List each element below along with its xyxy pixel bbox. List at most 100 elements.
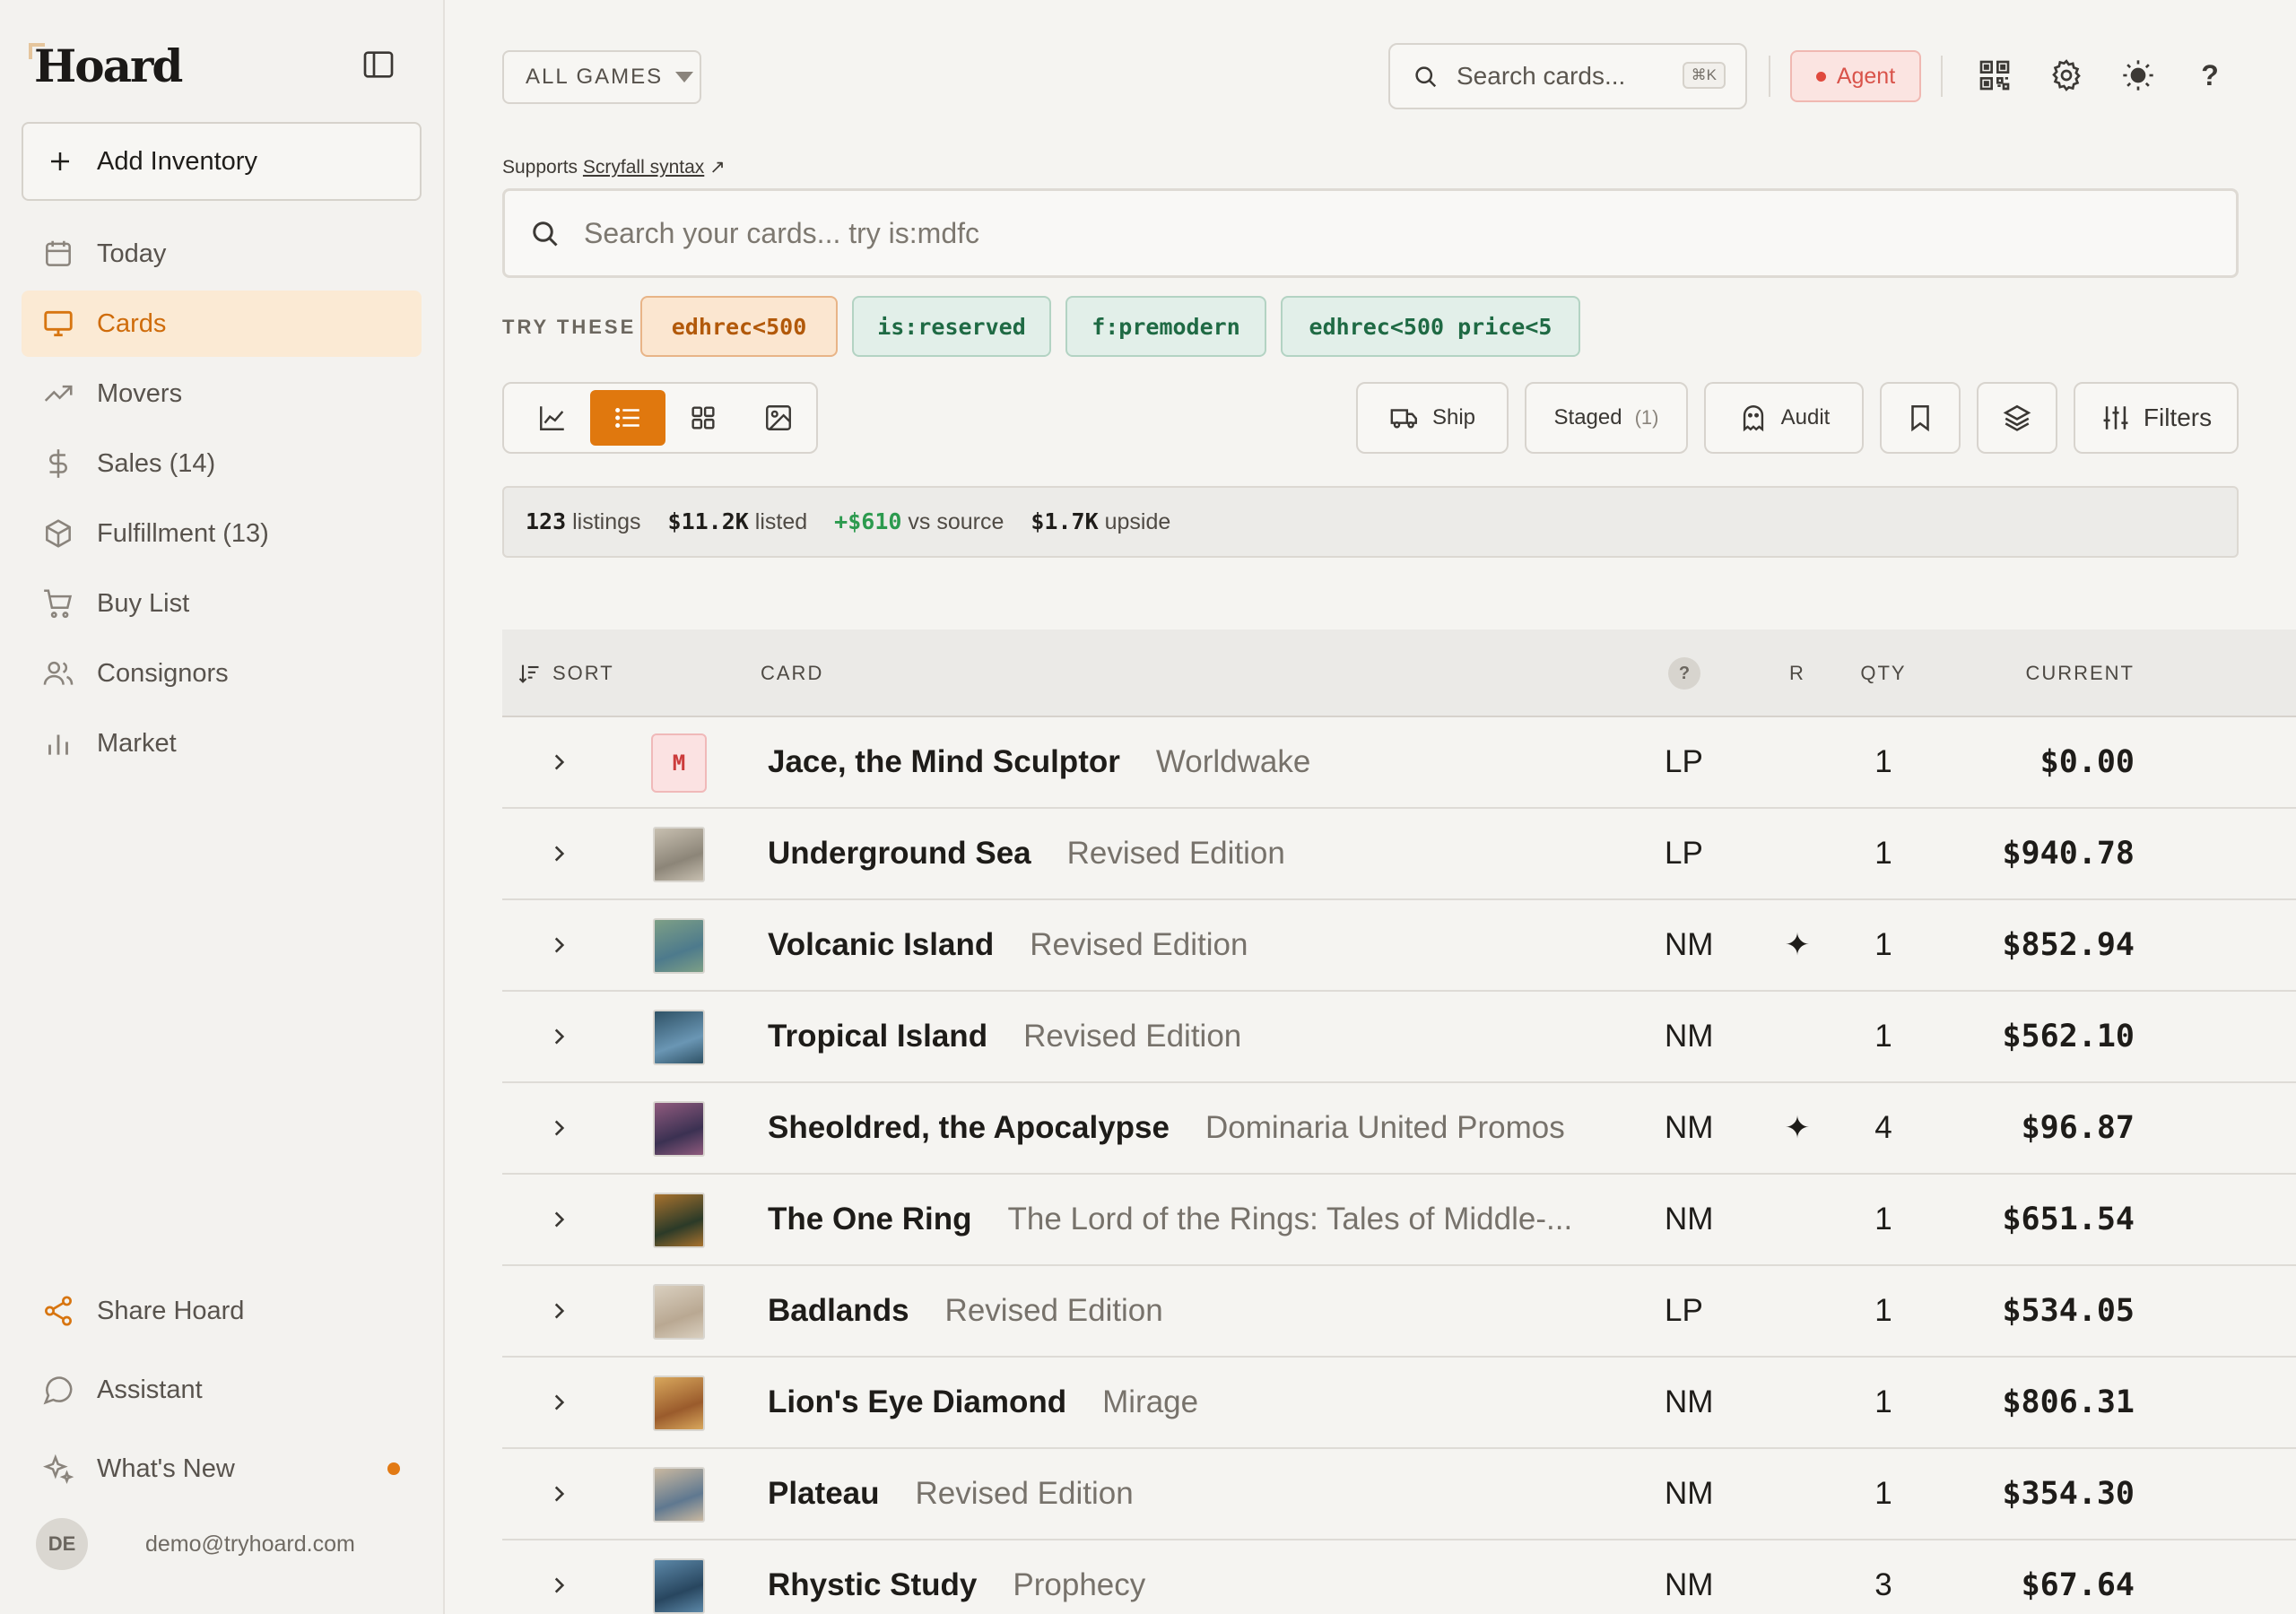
- help-icon[interactable]: ?: [2192, 57, 2228, 93]
- sidebar-item-market[interactable]: Market: [22, 710, 422, 777]
- card-search-input[interactable]: Search your cards... try is:mdfc: [502, 188, 2239, 278]
- card-thumbnail[interactable]: [653, 1558, 705, 1614]
- table-row[interactable]: Rhystic Study Prophecy NM 3 $67.64: [502, 1540, 2296, 1614]
- expand-row-chevron-icon[interactable]: [547, 717, 570, 807]
- card-cell[interactable]: Badlands Revised Edition: [768, 1266, 1163, 1356]
- card-name[interactable]: Volcanic Island: [768, 927, 994, 963]
- global-search-input[interactable]: Search cards... ⌘K: [1388, 43, 1747, 109]
- card-cell[interactable]: Sheoldred, the Apocalypse Dominaria Unit…: [768, 1083, 1565, 1173]
- query-chip[interactable]: is:reserved: [852, 296, 1051, 357]
- expand-row-chevron-icon[interactable]: [547, 1449, 570, 1539]
- card-quantity: 1: [1874, 1476, 1892, 1511]
- agent-button[interactable]: Agent: [1790, 50, 1921, 102]
- expand-row-chevron-icon[interactable]: [547, 900, 570, 990]
- query-chip[interactable]: edhrec<500 price<5: [1281, 296, 1580, 357]
- ghost-icon: [1743, 405, 1763, 432]
- sidebar-item-assistant[interactable]: Assistant: [22, 1352, 422, 1427]
- chart-view-button[interactable]: [515, 390, 590, 446]
- card-name[interactable]: Rhystic Study: [768, 1567, 977, 1603]
- table-row[interactable]: Badlands Revised Edition LP 1 $534.05: [502, 1266, 2296, 1358]
- card-cell[interactable]: Underground Sea Revised Edition: [768, 809, 1285, 898]
- table-row[interactable]: Plateau Revised Edition NM 1 $354.30: [502, 1449, 2296, 1540]
- card-name[interactable]: Jace, the Mind Sculptor: [768, 744, 1120, 780]
- table-row[interactable]: Lion's Eye Diamond Mirage NM 1 $806.31: [502, 1358, 2296, 1449]
- image-view-button[interactable]: [741, 390, 816, 446]
- grid-view-button[interactable]: [665, 390, 741, 446]
- sidebar-item-share-hoard[interactable]: Share Hoard: [22, 1273, 422, 1349]
- ship-button[interactable]: Ship: [1356, 382, 1509, 454]
- card-name[interactable]: Sheoldred, the Apocalypse: [768, 1110, 1170, 1146]
- sidebar-item-cards[interactable]: Cards: [22, 291, 422, 357]
- sidebar-toggle-icon[interactable]: [361, 47, 396, 82]
- staged-button[interactable]: Staged (1): [1525, 382, 1688, 454]
- card-thumbnail[interactable]: [653, 1193, 705, 1248]
- card-current-price: $852.94: [2002, 927, 2135, 963]
- sort-button[interactable]: SORT: [517, 629, 614, 717]
- user-account[interactable]: DE demo@tryhoard.com: [36, 1518, 355, 1570]
- table-row[interactable]: Underground Sea Revised Edition LP 1 $94…: [502, 809, 2296, 900]
- gear-icon[interactable]: [2048, 57, 2084, 93]
- expand-row-chevron-icon[interactable]: [547, 809, 570, 898]
- column-header-qty[interactable]: QTY: [1849, 629, 1918, 717]
- card-thumbnail[interactable]: [653, 1375, 705, 1431]
- expand-row-chevron-icon[interactable]: [547, 1175, 570, 1264]
- sidebar-item-fulfillment[interactable]: Fulfillment (13): [22, 500, 422, 567]
- card-cell[interactable]: Volcanic Island Revised Edition: [768, 900, 1248, 990]
- card-name[interactable]: Tropical Island: [768, 1019, 987, 1054]
- card-cell[interactable]: The One Ring The Lord of the Rings: Tale…: [768, 1175, 1572, 1264]
- card-cell[interactable]: Plateau Revised Edition: [768, 1449, 1134, 1539]
- avatar[interactable]: DE: [36, 1518, 88, 1570]
- card-thumbnail[interactable]: [653, 1467, 705, 1523]
- add-inventory-button[interactable]: Add Inventory: [22, 122, 422, 201]
- card-set: Prophecy: [1013, 1567, 1146, 1602]
- sidebar-item-sales[interactable]: Sales (14): [22, 430, 422, 497]
- app-logo[interactable]: Hoard: [34, 39, 183, 92]
- card-name[interactable]: Lion's Eye Diamond: [768, 1384, 1066, 1420]
- sidebar-item-today[interactable]: Today: [22, 221, 422, 287]
- card-name[interactable]: Badlands: [768, 1293, 909, 1329]
- sidebar-item-consignors[interactable]: Consignors: [22, 640, 422, 707]
- card-thumbnail[interactable]: [653, 1101, 705, 1157]
- expand-row-chevron-icon[interactable]: [547, 1358, 570, 1447]
- column-header-current[interactable]: CURRENT: [1982, 629, 2135, 717]
- card-thumbnail[interactable]: [653, 1010, 705, 1065]
- card-cell[interactable]: Rhystic Study Prophecy: [768, 1540, 1145, 1614]
- expand-row-chevron-icon[interactable]: [547, 992, 570, 1081]
- sidebar-item-buy-list[interactable]: Buy List: [22, 570, 422, 637]
- column-header-r[interactable]: R: [1779, 629, 1815, 717]
- card-thumbnail[interactable]: [653, 1284, 705, 1340]
- card-name[interactable]: The One Ring: [768, 1202, 972, 1237]
- card-thumbnail[interactable]: [653, 827, 705, 882]
- card-name[interactable]: Plateau: [768, 1476, 880, 1512]
- scryfall-syntax-link[interactable]: Scryfall syntax: [583, 157, 704, 178]
- table-row[interactable]: Volcanic Island Revised Edition NM ✦ 1 $…: [502, 900, 2296, 992]
- audit-button[interactable]: Audit: [1704, 382, 1864, 454]
- sun-icon[interactable]: [2120, 57, 2156, 93]
- sidebar-item-whats-new[interactable]: What's New: [22, 1431, 422, 1506]
- card-condition: NM: [1665, 1384, 1714, 1419]
- layers-button[interactable]: [1977, 382, 2057, 454]
- card-cell[interactable]: Jace, the Mind Sculptor Worldwake: [768, 717, 1310, 807]
- games-select[interactable]: ALL GAMES: [502, 50, 701, 104]
- expand-row-chevron-icon[interactable]: [547, 1540, 570, 1614]
- expand-row-chevron-icon[interactable]: [547, 1266, 570, 1356]
- sidebar-item-movers[interactable]: Movers: [22, 360, 422, 427]
- qr-code-icon[interactable]: [1977, 57, 2013, 93]
- query-chip[interactable]: f:premodern: [1065, 296, 1266, 357]
- card-cell[interactable]: Lion's Eye Diamond Mirage: [768, 1358, 1198, 1447]
- table-row[interactable]: Sheoldred, the Apocalypse Dominaria Unit…: [502, 1083, 2296, 1175]
- table-row[interactable]: The One Ring The Lord of the Rings: Tale…: [502, 1175, 2296, 1266]
- list-view-button[interactable]: [590, 390, 665, 446]
- card-thumbnail[interactable]: [653, 918, 705, 974]
- table-row[interactable]: Tropical Island Revised Edition NM 1 $56…: [502, 992, 2296, 1083]
- column-header-card[interactable]: CARD: [761, 629, 823, 717]
- query-chip[interactable]: edhrec<500: [640, 296, 838, 357]
- column-header-help[interactable]: ?: [1668, 629, 1700, 717]
- table-row[interactable]: M Jace, the Mind Sculptor Worldwake LP 1…: [502, 717, 2296, 809]
- filters-button[interactable]: Filters: [2074, 382, 2239, 454]
- card-name[interactable]: Underground Sea: [768, 836, 1031, 872]
- vs-source-stat: +$610 vs source: [834, 508, 1004, 535]
- card-cell[interactable]: Tropical Island Revised Edition: [768, 992, 1241, 1081]
- expand-row-chevron-icon[interactable]: [547, 1083, 570, 1173]
- bookmark-button[interactable]: [1880, 382, 1961, 454]
